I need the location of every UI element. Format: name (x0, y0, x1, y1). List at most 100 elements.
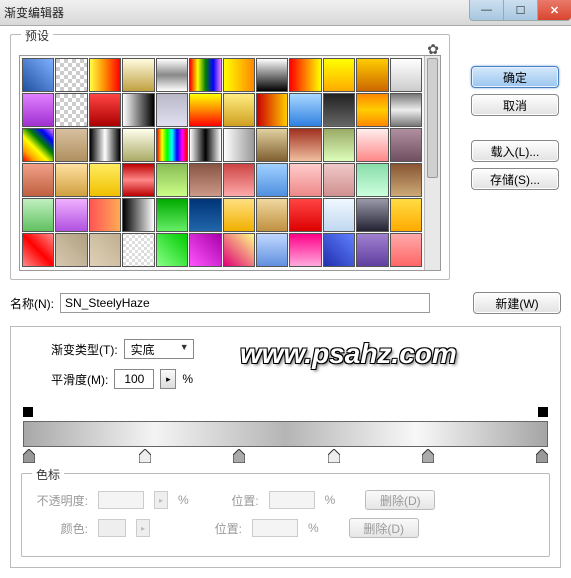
gradient-swatch[interactable] (356, 128, 388, 162)
gradient-swatch[interactable] (156, 128, 188, 162)
gradient-swatch[interactable] (89, 58, 121, 92)
gradient-swatch[interactable] (356, 163, 388, 197)
gradient-swatch[interactable] (22, 93, 54, 127)
color-stop[interactable] (536, 449, 548, 463)
gradient-swatch[interactable] (189, 233, 221, 267)
gradient-swatch[interactable] (390, 93, 422, 127)
gradient-swatch[interactable] (22, 58, 54, 92)
gradient-swatch[interactable] (189, 93, 221, 127)
close-button[interactable]: ✕ (537, 0, 571, 21)
color-stop-row: 颜色: ▸ 位置: % 删除(D) (32, 518, 539, 538)
gradient-swatch[interactable] (289, 163, 321, 197)
color-stop[interactable] (139, 449, 151, 463)
gradient-swatch[interactable] (89, 163, 121, 197)
gradient-swatch[interactable] (323, 198, 355, 232)
gradient-swatch[interactable] (156, 198, 188, 232)
gradient-swatch[interactable] (55, 128, 87, 162)
gradient-swatch[interactable] (156, 233, 188, 267)
gradient-swatch[interactable] (223, 128, 255, 162)
gradient-swatch[interactable] (122, 58, 154, 92)
gradient-swatch[interactable] (356, 58, 388, 92)
gradient-swatch[interactable] (256, 58, 288, 92)
gradient-swatch[interactable] (156, 163, 188, 197)
gradient-swatch[interactable] (122, 233, 154, 267)
gradient-swatch[interactable] (289, 233, 321, 267)
gradient-swatch[interactable] (256, 128, 288, 162)
gradient-swatch[interactable] (22, 198, 54, 232)
gradient-swatch[interactable] (189, 163, 221, 197)
gradient-swatch[interactable] (122, 93, 154, 127)
gradient-swatch[interactable] (390, 128, 422, 162)
gradient-swatch[interactable] (390, 163, 422, 197)
gradient-swatch[interactable] (390, 58, 422, 92)
gradient-swatch[interactable] (156, 93, 188, 127)
gradient-swatch[interactable] (189, 58, 221, 92)
gradient-swatch[interactable] (55, 198, 87, 232)
gradient-swatch[interactable] (223, 58, 255, 92)
new-button[interactable]: 新建(W) (473, 292, 561, 314)
gradient-swatch[interactable] (223, 233, 255, 267)
gradient-type-select[interactable]: 实底 (124, 339, 194, 359)
gradient-swatch[interactable] (22, 163, 54, 197)
color-stop[interactable] (23, 449, 35, 463)
gradient-swatch[interactable] (289, 128, 321, 162)
gradient-swatch[interactable] (256, 163, 288, 197)
gradient-swatch[interactable] (223, 198, 255, 232)
gradient-swatch[interactable] (356, 233, 388, 267)
gradient-swatch[interactable] (256, 93, 288, 127)
gradient-swatch[interactable] (289, 58, 321, 92)
gradient-swatch[interactable] (55, 58, 87, 92)
load-button[interactable]: 载入(L)... (471, 140, 559, 162)
save-button[interactable]: 存储(S)... (471, 168, 559, 190)
presets-scrollbar[interactable] (424, 56, 440, 270)
gradient-swatch[interactable] (356, 93, 388, 127)
gradient-swatch[interactable] (223, 93, 255, 127)
gradient-swatch[interactable] (223, 163, 255, 197)
gradient-swatch[interactable] (122, 198, 154, 232)
gradient-swatch[interactable] (189, 128, 221, 162)
color-picker-spinner: ▸ (136, 519, 150, 537)
maximize-button[interactable]: ☐ (503, 0, 537, 21)
gradient-swatch[interactable] (390, 233, 422, 267)
color-stops-track[interactable] (23, 449, 548, 465)
gradient-swatch[interactable] (390, 198, 422, 232)
name-input[interactable] (60, 293, 430, 313)
scrollbar-thumb[interactable] (427, 58, 438, 178)
gradient-swatch[interactable] (55, 233, 87, 267)
opacity-stops-track[interactable] (23, 407, 548, 421)
gradient-swatch[interactable] (323, 128, 355, 162)
opacity-stop[interactable] (538, 407, 548, 417)
opacity-stop[interactable] (23, 407, 33, 417)
gradient-swatch[interactable] (89, 128, 121, 162)
gradient-swatch[interactable] (22, 233, 54, 267)
gradient-swatch[interactable] (55, 163, 87, 197)
gradient-swatch[interactable] (156, 58, 188, 92)
minimize-button[interactable]: — (469, 0, 503, 21)
gradient-swatch[interactable] (89, 233, 121, 267)
stops-legend: 色标 (32, 466, 64, 483)
gradient-swatch[interactable] (323, 58, 355, 92)
gradient-swatch[interactable] (189, 198, 221, 232)
gradient-swatch[interactable] (256, 198, 288, 232)
gradient-swatch[interactable] (122, 163, 154, 197)
gradient-swatch[interactable] (323, 93, 355, 127)
gradient-swatch[interactable] (289, 198, 321, 232)
gradient-swatch[interactable] (89, 198, 121, 232)
smoothness-input[interactable] (114, 369, 154, 389)
gradient-swatch[interactable] (356, 198, 388, 232)
gradient-swatch[interactable] (22, 128, 54, 162)
gradient-swatch[interactable] (323, 233, 355, 267)
color-stop[interactable] (233, 449, 245, 463)
gradient-swatch[interactable] (256, 233, 288, 267)
gradient-swatch[interactable] (89, 93, 121, 127)
gradient-swatch[interactable] (323, 163, 355, 197)
color-stop[interactable] (328, 449, 340, 463)
gradient-swatch[interactable] (55, 93, 87, 127)
smoothness-spinner[interactable]: ▸ (160, 369, 176, 389)
ok-button[interactable]: 确定 (471, 66, 559, 88)
gradient-swatch[interactable] (289, 93, 321, 127)
gradient-swatch[interactable] (122, 128, 154, 162)
color-stop[interactable] (422, 449, 434, 463)
gradient-preview-bar[interactable] (23, 421, 548, 447)
cancel-button[interactable]: 取消 (471, 94, 559, 116)
